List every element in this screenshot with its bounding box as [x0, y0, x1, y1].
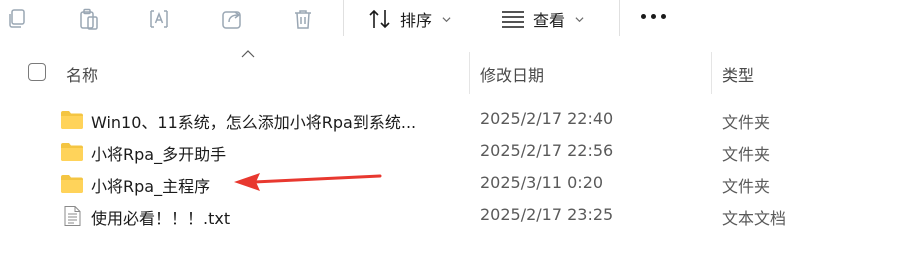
- column-divider[interactable]: [469, 52, 470, 94]
- dot: [661, 14, 666, 19]
- toolbar-divider: [619, 0, 620, 36]
- column-divider[interactable]: [711, 52, 712, 94]
- paste-icon[interactable]: [76, 6, 102, 32]
- rename-icon[interactable]: [146, 6, 172, 32]
- file-type: 文件夹: [722, 145, 771, 164]
- view-label: 查看: [533, 11, 566, 30]
- dot: [641, 14, 646, 19]
- dot: [651, 14, 656, 19]
- select-all-checkbox[interactable]: [28, 63, 46, 81]
- folder-icon: [61, 175, 83, 193]
- file-name: 小将Rpa_主程序: [91, 177, 211, 196]
- chevron-down-icon: [442, 16, 451, 22]
- file-name: 小将Rpa_多开助手: [91, 145, 227, 164]
- file-explorer-window: 排序 查看 名称 修改日期 类型 Win10、11系统，怎么添加小将Rpa到系统…: [0, 0, 919, 268]
- file-row[interactable]: 小将Rpa_多开助手 2025/2/17 22:56 文件夹: [0, 135, 919, 167]
- copy-icon[interactable]: [4, 6, 30, 32]
- file-type: 文件夹: [722, 113, 771, 132]
- more-options-button[interactable]: [641, 14, 666, 19]
- file-date: 2025/3/11 0:20: [480, 173, 604, 192]
- file-name: Win10、11系统，怎么添加小将Rpa到系统...: [91, 113, 417, 132]
- view-button[interactable]: 查看: [501, 4, 584, 34]
- file-type: 文本文档: [722, 209, 787, 228]
- chevron-down-icon: [575, 16, 584, 22]
- file-type: 文件夹: [722, 177, 771, 196]
- file-date: 2025/2/17 22:40: [480, 109, 614, 128]
- text-file-icon: [64, 206, 81, 226]
- share-icon[interactable]: [219, 6, 245, 32]
- file-row[interactable]: 使用必看！！！.txt 2025/2/17 23:25 文本文档: [0, 199, 919, 231]
- column-name-header[interactable]: 名称: [66, 62, 98, 86]
- folder-icon: [61, 111, 83, 129]
- delete-icon[interactable]: [290, 6, 316, 32]
- file-date: 2025/2/17 22:56: [480, 141, 614, 160]
- sort-label: 排序: [400, 11, 433, 30]
- column-header: 名称 修改日期 类型: [0, 50, 919, 94]
- file-row[interactable]: 小将Rpa_主程序 2025/3/11 0:20 文件夹: [0, 167, 919, 199]
- file-row[interactable]: Win10、11系统，怎么添加小将Rpa到系统... 2025/2/17 22:…: [0, 103, 919, 135]
- folder-icon: [61, 143, 83, 161]
- file-date: 2025/2/17 23:25: [480, 205, 614, 224]
- column-date-header[interactable]: 修改日期: [480, 62, 544, 86]
- annotation-arrow-icon: [234, 173, 382, 191]
- command-bar: 排序 查看: [0, 0, 919, 38]
- sort-button[interactable]: 排序: [368, 4, 451, 34]
- toolbar-divider: [343, 0, 344, 36]
- column-type-header[interactable]: 类型: [722, 62, 754, 86]
- sort-ascending-icon: [241, 50, 255, 58]
- sort-icon: [369, 9, 390, 29]
- file-name: 使用必看！！！.txt: [91, 209, 231, 228]
- view-icon: [502, 11, 524, 28]
